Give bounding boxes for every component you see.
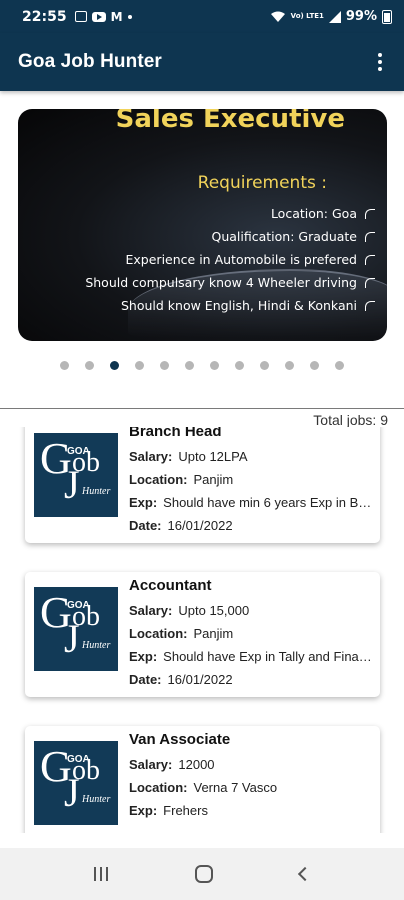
carousel-dot-active[interactable]: [110, 361, 119, 370]
job-title: Accountant: [129, 577, 212, 594]
home-icon[interactable]: [194, 865, 213, 883]
job-exp: Exp: Should have Exp in Tally and Finali.…: [129, 649, 372, 664]
banner-requirements-label: Requirements :: [197, 173, 327, 193]
job-salary: Salary: Upto 15,000: [129, 603, 250, 618]
carousel-dot[interactable]: [85, 361, 94, 370]
carousel-dot[interactable]: [285, 361, 294, 370]
app-bar: Goa Job Hunter: [0, 33, 404, 91]
arrow-icon: [365, 300, 375, 311]
job-location: Location: Panjim: [129, 626, 234, 641]
carousel-indicator: [0, 361, 404, 370]
app-title: Goa Job Hunter: [18, 51, 162, 72]
divider: [0, 408, 404, 409]
system-nav-bar: [0, 848, 404, 900]
status-bar: 22:55 M Vo) LTE1 99%: [0, 0, 404, 33]
banner-line: Qualification: Graduate: [85, 225, 375, 248]
banner-title: Sales Executive: [115, 109, 345, 134]
job-location: Location: Verna 7 Vasco: [129, 780, 278, 795]
job-card[interactable]: G GOA ob J Hunter Accountant Salary: Upto 15,…: [25, 572, 380, 697]
job-salary: Salary: Upto 12LPA: [129, 449, 248, 464]
battery-percent: 99%: [345, 9, 377, 24]
job-exp: Exp: Frehers: [129, 803, 208, 818]
company-logo: G GOA ob J Hunter: [34, 433, 118, 517]
carousel-dot[interactable]: [185, 361, 194, 370]
banner-line: Should know English, Hindi & Konkani: [85, 294, 375, 317]
arrow-icon: [365, 277, 375, 288]
job-title: Branch Head: [129, 427, 222, 440]
more-notifications-icon: [127, 14, 132, 19]
back-icon[interactable]: [298, 866, 313, 882]
youtube-icon: [91, 11, 106, 22]
carousel-dot[interactable]: [260, 361, 269, 370]
carousel-dot[interactable]: [135, 361, 144, 370]
job-date: Date: 16/01/2022: [129, 672, 233, 687]
job-list[interactable]: G GOA ob J Hunter Branch Head Salary: Upto 12…: [0, 427, 404, 833]
carousel-dot[interactable]: [210, 361, 219, 370]
job-salary: Salary: 12000: [129, 757, 215, 772]
carousel-dot[interactable]: [235, 361, 244, 370]
job-location: Location: Panjim: [129, 472, 234, 487]
company-logo: G GOA ob J Hunter: [34, 741, 118, 825]
arrow-icon: [365, 254, 375, 265]
more-vert-icon[interactable]: [370, 47, 390, 77]
volte-icon: Vo) LTE1: [290, 12, 324, 20]
carousel-dot[interactable]: [160, 361, 169, 370]
company-logo: G GOA ob J Hunter: [34, 587, 118, 671]
arrow-icon: [365, 208, 375, 219]
status-time: 22:55: [22, 8, 67, 25]
wifi-icon: [270, 11, 285, 22]
carousel-dot[interactable]: [335, 361, 344, 370]
battery-icon: [382, 9, 392, 24]
job-card[interactable]: G GOA ob J Hunter Van Associate Salary: 12000…: [25, 726, 380, 833]
job-info: Branch Head Salary: Upto 12LPA Location: P…: [129, 427, 372, 537]
job-exp: Exp: Should have min 6 years Exp in Ba...: [129, 495, 372, 510]
total-jobs-count: Total jobs: 9: [313, 412, 388, 428]
job-date: Date: 16/01/2022: [129, 518, 233, 533]
job-info: Van Associate Salary: 12000 Location: Vern…: [129, 731, 372, 822]
banner-line: Location: Goa: [85, 202, 375, 225]
carousel-dot[interactable]: [310, 361, 319, 370]
banner-line: Experience in Automobile is prefered: [85, 248, 375, 271]
job-banner[interactable]: Sales Executive Requirements : Location:…: [18, 109, 387, 341]
carousel-dot[interactable]: [60, 361, 69, 370]
signal-icon: [328, 10, 341, 23]
arrow-icon: [365, 231, 375, 242]
job-card[interactable]: G GOA ob J Hunter Branch Head Salary: Upto 12…: [25, 427, 380, 543]
job-title: Van Associate: [129, 731, 231, 748]
gmail-icon: M: [110, 9, 123, 24]
recent-apps-icon[interactable]: [93, 867, 108, 881]
job-info: Accountant Salary: Upto 15,000 Location: P…: [129, 577, 372, 691]
system-icons: Vo) LTE1 99%: [270, 9, 392, 24]
notification-icons: M: [74, 9, 132, 24]
banner-requirements-list: Location: Goa Qualification: Graduate Ex…: [85, 202, 375, 317]
banner-line: Should compulsary know 4 Wheeler driving: [85, 271, 375, 294]
image-icon: [74, 11, 87, 22]
